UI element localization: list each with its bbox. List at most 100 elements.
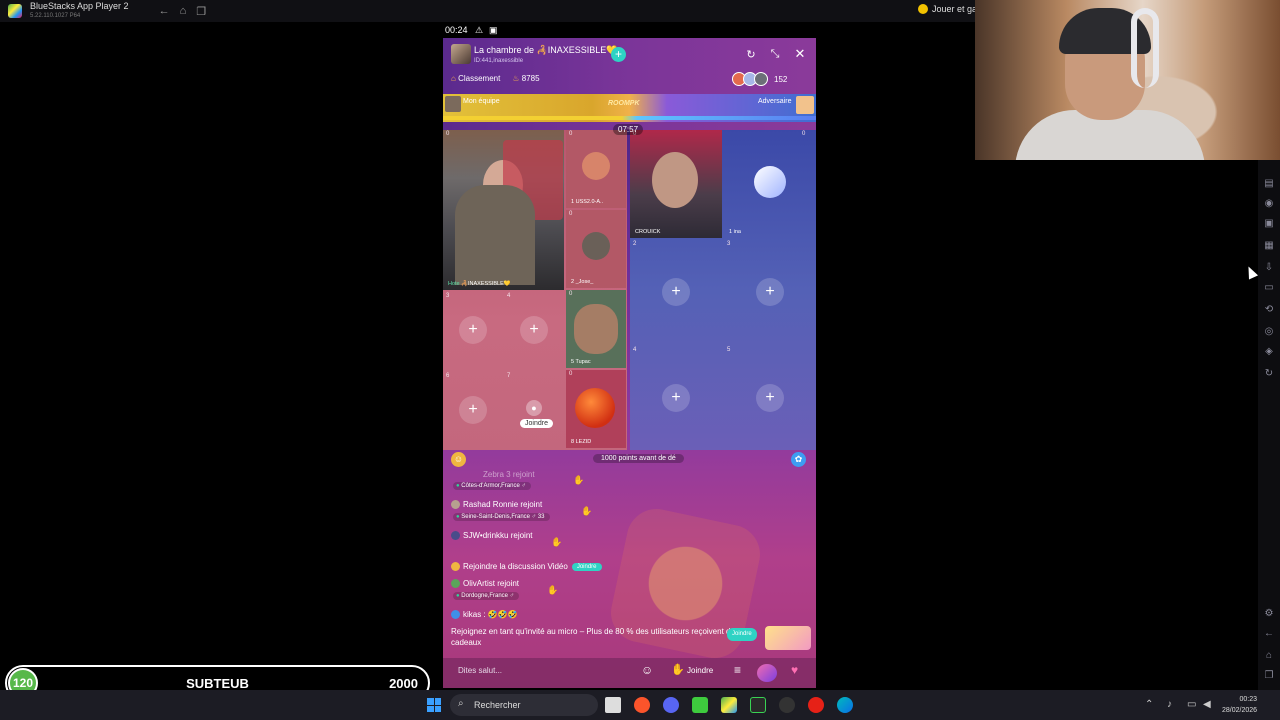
file-explorer-icon[interactable]	[605, 697, 621, 713]
play-earn-promo[interactable]: Jouer et ga	[918, 4, 977, 14]
windows-start-icon[interactable]	[427, 698, 441, 712]
seat-5[interactable]: 0 5 Tupac	[566, 290, 626, 368]
viewer-list[interactable]: 152	[732, 72, 787, 86]
seat-2[interactable]: 0 2 _Jose_	[566, 210, 626, 288]
chat-input[interactable]: Dites salut...	[458, 666, 502, 675]
seat-4[interactable]: 4 +	[504, 292, 564, 370]
wave-icon[interactable]: ✋	[581, 506, 592, 517]
seat-number: 4	[507, 293, 511, 299]
performance-icon[interactable]: ▤	[1263, 178, 1275, 190]
ranking-row[interactable]: ⌂ Classement ♨ 8785	[451, 74, 540, 83]
seat-2-label: 2 _Jose_	[571, 279, 594, 285]
join-seat-button[interactable]: Joindre	[520, 419, 553, 428]
raise-hand-icon[interactable]: ✋	[671, 663, 685, 676]
empty-seat-plus-icon[interactable]: +	[662, 278, 690, 306]
shrink-icon[interactable]: ⤡	[768, 48, 782, 61]
youtube-icon[interactable]	[808, 697, 824, 713]
mic-icon: ●	[526, 400, 542, 416]
join-video-button[interactable]: Joindre	[571, 562, 602, 571]
layers-icon[interactable]: ◈	[1263, 346, 1275, 358]
wave-icon[interactable]: ✋	[573, 475, 584, 486]
opponent-seat-5[interactable]: 5 +	[724, 346, 816, 450]
host-name: Hote 🦂INAXESSIBLE💛	[448, 281, 511, 287]
discord-icon[interactable]	[663, 697, 679, 713]
notification-icon: ▣	[489, 25, 498, 35]
macro-icon[interactable]: ⟲	[1263, 304, 1275, 316]
emulator-sidebar: ▤ ◉ ▣ ▦ ⇩ ▭ ⟲ ◎ ◈ ↻ ⚙ ← ⌂ ❐	[1258, 160, 1280, 690]
join-button[interactable]: Joindre	[687, 666, 713, 675]
follow-room-button[interactable]: +	[611, 47, 626, 62]
tray-chevron-icon[interactable]: ⌃	[1145, 699, 1153, 710]
empty-seat-plus-icon[interactable]: +	[756, 384, 784, 412]
opponent-seat-1[interactable]: 0 1 ina	[724, 130, 816, 238]
empty-seat-plus-icon[interactable]: +	[459, 396, 487, 424]
opponent-host-seat[interactable]: 0 CROUICK	[630, 130, 722, 238]
chat-entry: OlivArtist rejoint	[451, 579, 519, 589]
emulator-version: 5.22.110.1027 P64	[30, 13, 81, 19]
seat-8-avatar	[575, 388, 615, 428]
settings-icon[interactable]: ⚙	[1263, 608, 1275, 620]
green-app-icon[interactable]	[692, 697, 708, 713]
obs-icon[interactable]	[779, 697, 795, 713]
opponent-seat-3[interactable]: 3 +	[724, 240, 816, 344]
mic-invite-banner: Rejoignez en tant qu'invité au micro – P…	[451, 626, 757, 648]
seat-number: 7	[507, 373, 511, 379]
refresh-icon[interactable]: ↻	[744, 48, 758, 61]
gift-icon[interactable]: ♥	[791, 663, 798, 677]
location-icon[interactable]: ◎	[1263, 326, 1275, 338]
wave-icon[interactable]: ✋	[547, 585, 558, 596]
menu-icon[interactable]: ≡	[734, 663, 741, 677]
seat-6[interactable]: 6 +	[443, 372, 503, 450]
opponent-seat-2[interactable]: 2 +	[630, 240, 722, 344]
join-mic-button[interactable]: Joindre	[727, 628, 757, 641]
viewer-avatar	[754, 72, 768, 86]
chat-entry: kikas : 🤣🤣🤣	[451, 610, 518, 620]
seat-number: 3	[727, 241, 731, 247]
volume-icon[interactable]: ◀	[1203, 699, 1211, 710]
empty-seat-plus-icon[interactable]: +	[756, 278, 784, 306]
media-icon[interactable]: ▦	[1263, 240, 1275, 252]
back-icon[interactable]: ←	[1263, 628, 1275, 640]
wave-icon[interactable]: ✋	[551, 537, 562, 548]
home-icon[interactable]: ⌂	[180, 5, 187, 17]
host-video-seat[interactable]: 0 Hote 🦂INAXESSIBLE💛	[443, 130, 564, 290]
gift-task-icon[interactable]: ☺	[451, 452, 466, 467]
close-icon[interactable]: ✕	[793, 46, 807, 62]
network-icon[interactable]: ▭	[1187, 699, 1196, 710]
back-arrow-icon[interactable]: ←	[159, 5, 170, 17]
empty-seat-plus-icon[interactable]: +	[662, 384, 690, 412]
microphone-icon[interactable]: ♪	[1167, 699, 1172, 710]
opponent-seat-4[interactable]: 4 +	[630, 346, 722, 450]
seat-number: 2	[633, 241, 637, 247]
multi-window-icon[interactable]: ❐	[196, 5, 206, 18]
folder-icon[interactable]: ▭	[1263, 282, 1275, 294]
media-player-icon[interactable]	[750, 697, 766, 713]
coin-icon	[918, 4, 928, 14]
event-icon[interactable]	[757, 664, 777, 682]
taskbar-time: 00:23	[1239, 696, 1258, 703]
sidebar-home-icon[interactable]: ⌂	[1263, 650, 1275, 662]
empty-seat-plus-icon[interactable]: +	[520, 316, 548, 344]
empty-seat-plus-icon[interactable]: +	[459, 316, 487, 344]
seat-count: 0	[446, 131, 450, 137]
pk-gift-banner[interactable]	[765, 626, 811, 650]
seat-7[interactable]: 7 ●	[504, 372, 564, 450]
seat-8[interactable]: 0 8 LEZID	[566, 370, 626, 448]
sync-icon[interactable]: ↻	[1263, 368, 1275, 380]
seat-1[interactable]: 0 1 USS2.0-A..	[566, 130, 626, 208]
recent-apps-icon[interactable]: ❐	[1263, 670, 1275, 682]
room-avatar[interactable]	[451, 44, 471, 64]
install-apk-icon[interactable]: ⇩	[1263, 262, 1275, 274]
edge-icon[interactable]	[837, 697, 853, 713]
screenshot-icon[interactable]: ▣	[1263, 218, 1275, 230]
seat-3[interactable]: 3 +	[443, 292, 503, 370]
emoji-icon[interactable]: ☺	[641, 663, 653, 677]
taskbar-clock[interactable]: 00:23 28/02/2026	[1222, 694, 1257, 716]
opponent-label: Adversaire	[758, 98, 792, 105]
seat-count: 0	[569, 291, 573, 297]
blue-badge-icon[interactable]: ✿	[791, 452, 806, 467]
brave-browser-icon[interactable]	[634, 697, 650, 713]
taskbar-search[interactable]: ⌕ Rechercher	[450, 694, 598, 716]
camera-icon[interactable]: ◉	[1263, 198, 1275, 210]
bluestacks-taskbar-icon[interactable]	[721, 697, 737, 713]
